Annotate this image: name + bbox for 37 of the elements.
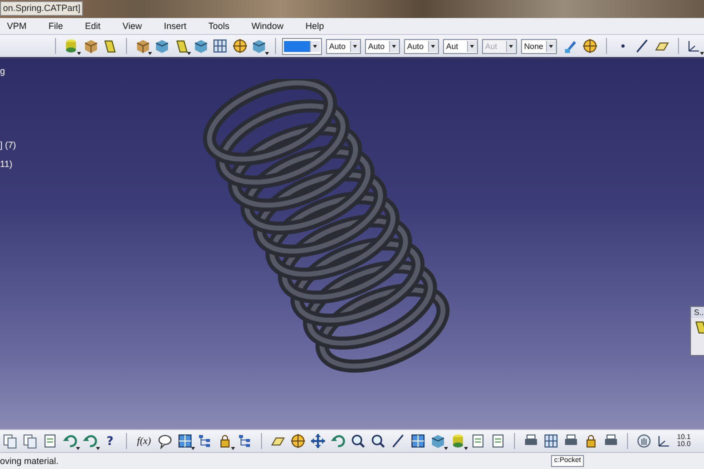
pan-icon[interactable]: [309, 432, 327, 450]
window-title: on.Spring.CATPart]: [0, 1, 84, 16]
menu-item[interactable]: Help: [300, 20, 331, 32]
menu-item[interactable]: Edit: [80, 20, 108, 32]
panel-title: S...: [691, 307, 704, 318]
target-icon[interactable]: [289, 432, 307, 450]
menu-item[interactable]: View: [118, 20, 149, 32]
tree-item[interactable]: g: [0, 65, 6, 77]
dropdown[interactable]: Auto: [326, 38, 362, 54]
menu-item[interactable]: Tools: [203, 20, 236, 32]
dropdown[interactable]: [282, 38, 322, 54]
tree-item[interactable]: 11): [0, 158, 12, 170]
menu-item[interactable]: File: [44, 20, 70, 32]
dropdown[interactable]: Auto: [365, 38, 400, 54]
target-icon[interactable]: [231, 37, 249, 55]
box-icon[interactable]: [153, 37, 171, 55]
window-icon[interactable]: [176, 432, 194, 450]
box-icon[interactable]: [192, 37, 210, 55]
copy-icon[interactable]: [1, 432, 19, 450]
menu-item[interactable]: VPM: [2, 20, 34, 32]
status-message: oving material.: [0, 456, 59, 466]
tree-item[interactable]: ] (7): [0, 139, 16, 151]
formula-button[interactable]: f(x): [134, 432, 154, 450]
window-icon[interactable]: [409, 432, 427, 450]
menu-item[interactable]: Insert: [158, 20, 194, 32]
dropdown[interactable]: None: [521, 38, 558, 54]
dropdown[interactable]: Aut: [443, 38, 478, 54]
dropdown[interactable]: Auto: [404, 38, 440, 54]
rotate-icon[interactable]: [329, 432, 347, 450]
box-icon[interactable]: [250, 37, 268, 55]
help-button[interactable]: ?: [101, 432, 119, 450]
grid-icon[interactable]: [542, 432, 560, 450]
menu-item[interactable]: Window: [246, 20, 290, 32]
zoom-in-icon[interactable]: [349, 432, 367, 450]
speech-bubble-icon[interactable]: [156, 432, 174, 450]
grid-icon[interactable]: [212, 37, 230, 55]
copy-icon[interactable]: [21, 432, 39, 450]
